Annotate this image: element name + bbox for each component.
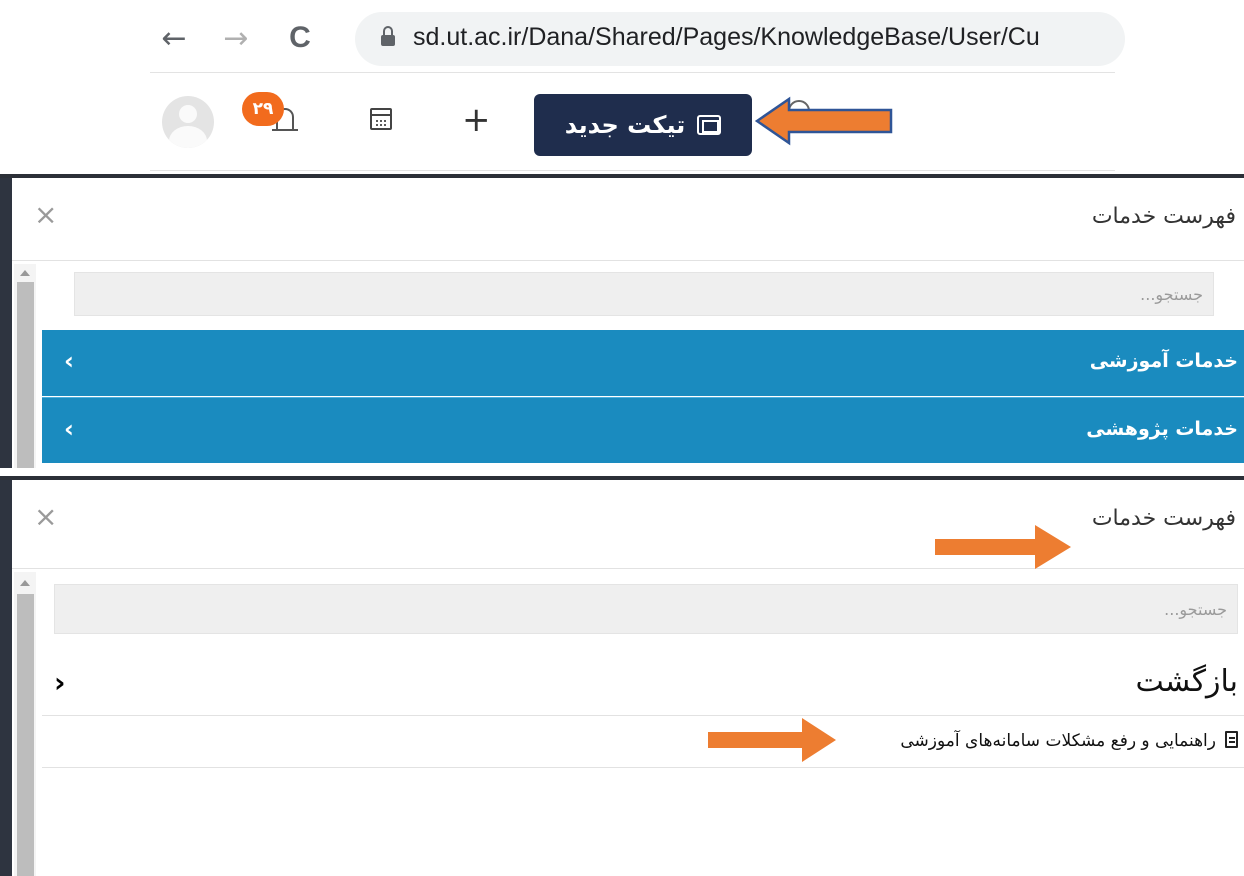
plus-icon[interactable]: + (462, 100, 491, 140)
back-label: بازگشت (1135, 664, 1238, 699)
new-ticket-button[interactable]: تیکت جدید (534, 94, 752, 156)
notification-badge: ۲۹ (242, 92, 284, 126)
search-input[interactable]: جستجو... (54, 584, 1238, 634)
divider (12, 260, 1244, 261)
divider (150, 170, 1115, 171)
window-frame (0, 480, 12, 876)
back-row[interactable]: › بازگشت (42, 652, 1244, 716)
annotation-arrow-article (708, 718, 836, 762)
category-row-educational[interactable]: ‹ خدمات آموزشی (42, 330, 1244, 396)
new-ticket-label: تیکت جدید (564, 111, 686, 139)
category-label: خدمات آموزشی (1089, 350, 1238, 372)
annotation-arrow-new-ticket (755, 96, 893, 146)
scroll-up-icon[interactable] (20, 270, 30, 276)
search-placeholder: جستجو... (1140, 285, 1203, 304)
scrollbar-thumb[interactable] (17, 282, 34, 468)
reload-icon[interactable]: C (280, 18, 320, 58)
category-row-research[interactable]: ‹ خدمات پژوهشی (42, 397, 1244, 463)
dialog-title: فهرست خدمات (1091, 204, 1236, 229)
scrollbar-thumb[interactable] (17, 594, 34, 876)
chevron-left-icon: ‹ (64, 347, 74, 375)
chevron-left-icon: ‹ (64, 415, 74, 443)
divider (150, 72, 1115, 73)
back-arrow-icon[interactable]: ← (154, 18, 194, 58)
search-input[interactable]: جستجو... (74, 272, 1214, 316)
browser-toolbar-panel: ← → C sd.ut.ac.ir/Dana/Shared/Pages/Know… (150, 0, 1125, 172)
article-label: راهنمایی و رفع مشکلات سامانه‌های آموزشی (900, 731, 1216, 751)
category-label: خدمات پژوهشی (1086, 418, 1238, 440)
dialog-title: فهرست خدمات (1091, 506, 1236, 531)
calendar-icon[interactable] (370, 108, 392, 130)
services-dialog-categories: × فهرست خدمات جستجو... ‹ خدمات آموزشی ‹ … (0, 174, 1244, 468)
chevron-right-icon: › (54, 666, 66, 699)
forward-arrow-icon[interactable]: → (216, 18, 256, 58)
document-icon (1225, 731, 1238, 748)
address-bar[interactable]: sd.ut.ac.ir/Dana/Shared/Pages/KnowledgeB… (355, 12, 1125, 66)
scroll-up-icon[interactable] (20, 580, 30, 586)
url-text: sd.ut.ac.ir/Dana/Shared/Pages/KnowledgeB… (413, 23, 1040, 51)
search-placeholder: جستجو... (1164, 600, 1227, 619)
ticket-icon (697, 115, 722, 135)
close-icon[interactable]: × (34, 500, 57, 533)
article-row[interactable]: راهنمایی و رفع مشکلات سامانه‌های آموزشی (42, 716, 1244, 768)
lock-icon (381, 26, 395, 48)
annotation-arrow-category (935, 525, 1071, 569)
window-frame (0, 178, 12, 468)
close-icon[interactable]: × (34, 198, 57, 231)
avatar-icon[interactable] (162, 96, 214, 148)
